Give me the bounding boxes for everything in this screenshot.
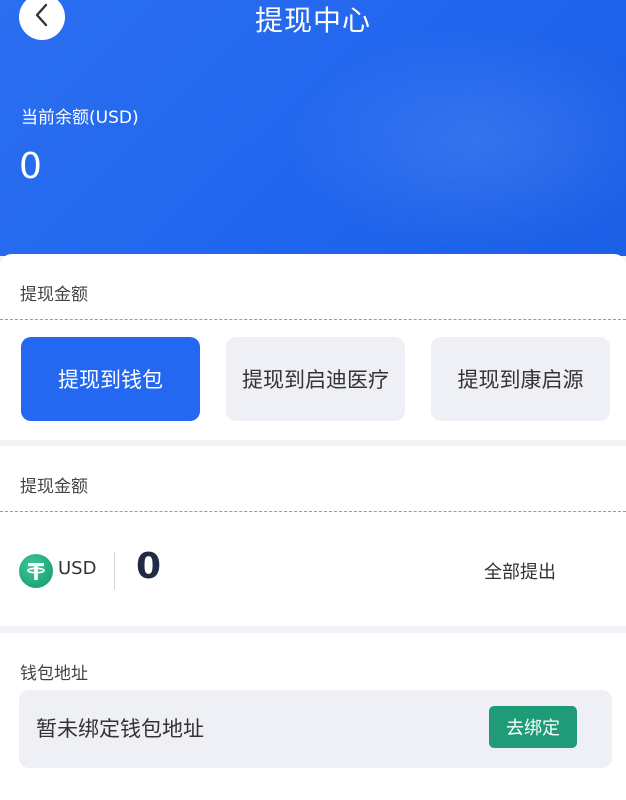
tether-coin-icon — [19, 554, 53, 588]
wallet-address-title: 钱包地址 — [20, 664, 88, 684]
withdraw-all-button[interactable]: 全部提出 — [484, 558, 556, 584]
wallet-card: 钱包地址 暂未绑定钱包地址 去绑定 — [0, 633, 626, 800]
divider — [0, 511, 626, 512]
withdraw-target-card: 提现金额 提现到钱包 提现到启迪医疗 提现到康启源 — [0, 254, 626, 440]
option-withdraw-to-wallet[interactable]: 提现到钱包 — [21, 337, 200, 421]
wallet-address-box: 暂未绑定钱包地址 去绑定 — [19, 690, 612, 768]
amount-input[interactable]: 0 — [136, 546, 161, 587]
withdraw-target-title: 提现金额 — [20, 285, 88, 305]
page-title: 提现中心 — [254, 4, 371, 37]
wallet-address-text: 暂未绑定钱包地址 — [36, 717, 204, 741]
header: 提现中心 当前余额(USD) 0 — [0, 0, 626, 256]
balance-label: 当前余额(USD) — [21, 108, 139, 128]
balance-value: 0 — [19, 146, 42, 187]
divider — [114, 552, 115, 590]
amount-title: 提现金额 — [20, 477, 88, 497]
divider — [0, 319, 626, 320]
option-withdraw-to-qidi-medical[interactable]: 提现到启迪医疗 — [226, 337, 405, 421]
amount-card: 提现金额 USD 0 全部提出 — [0, 446, 626, 626]
bind-wallet-button[interactable]: 去绑定 — [489, 706, 577, 748]
currency-label: USD — [58, 558, 97, 579]
option-withdraw-to-kangqiyuan[interactable]: 提现到康启源 — [431, 337, 610, 421]
